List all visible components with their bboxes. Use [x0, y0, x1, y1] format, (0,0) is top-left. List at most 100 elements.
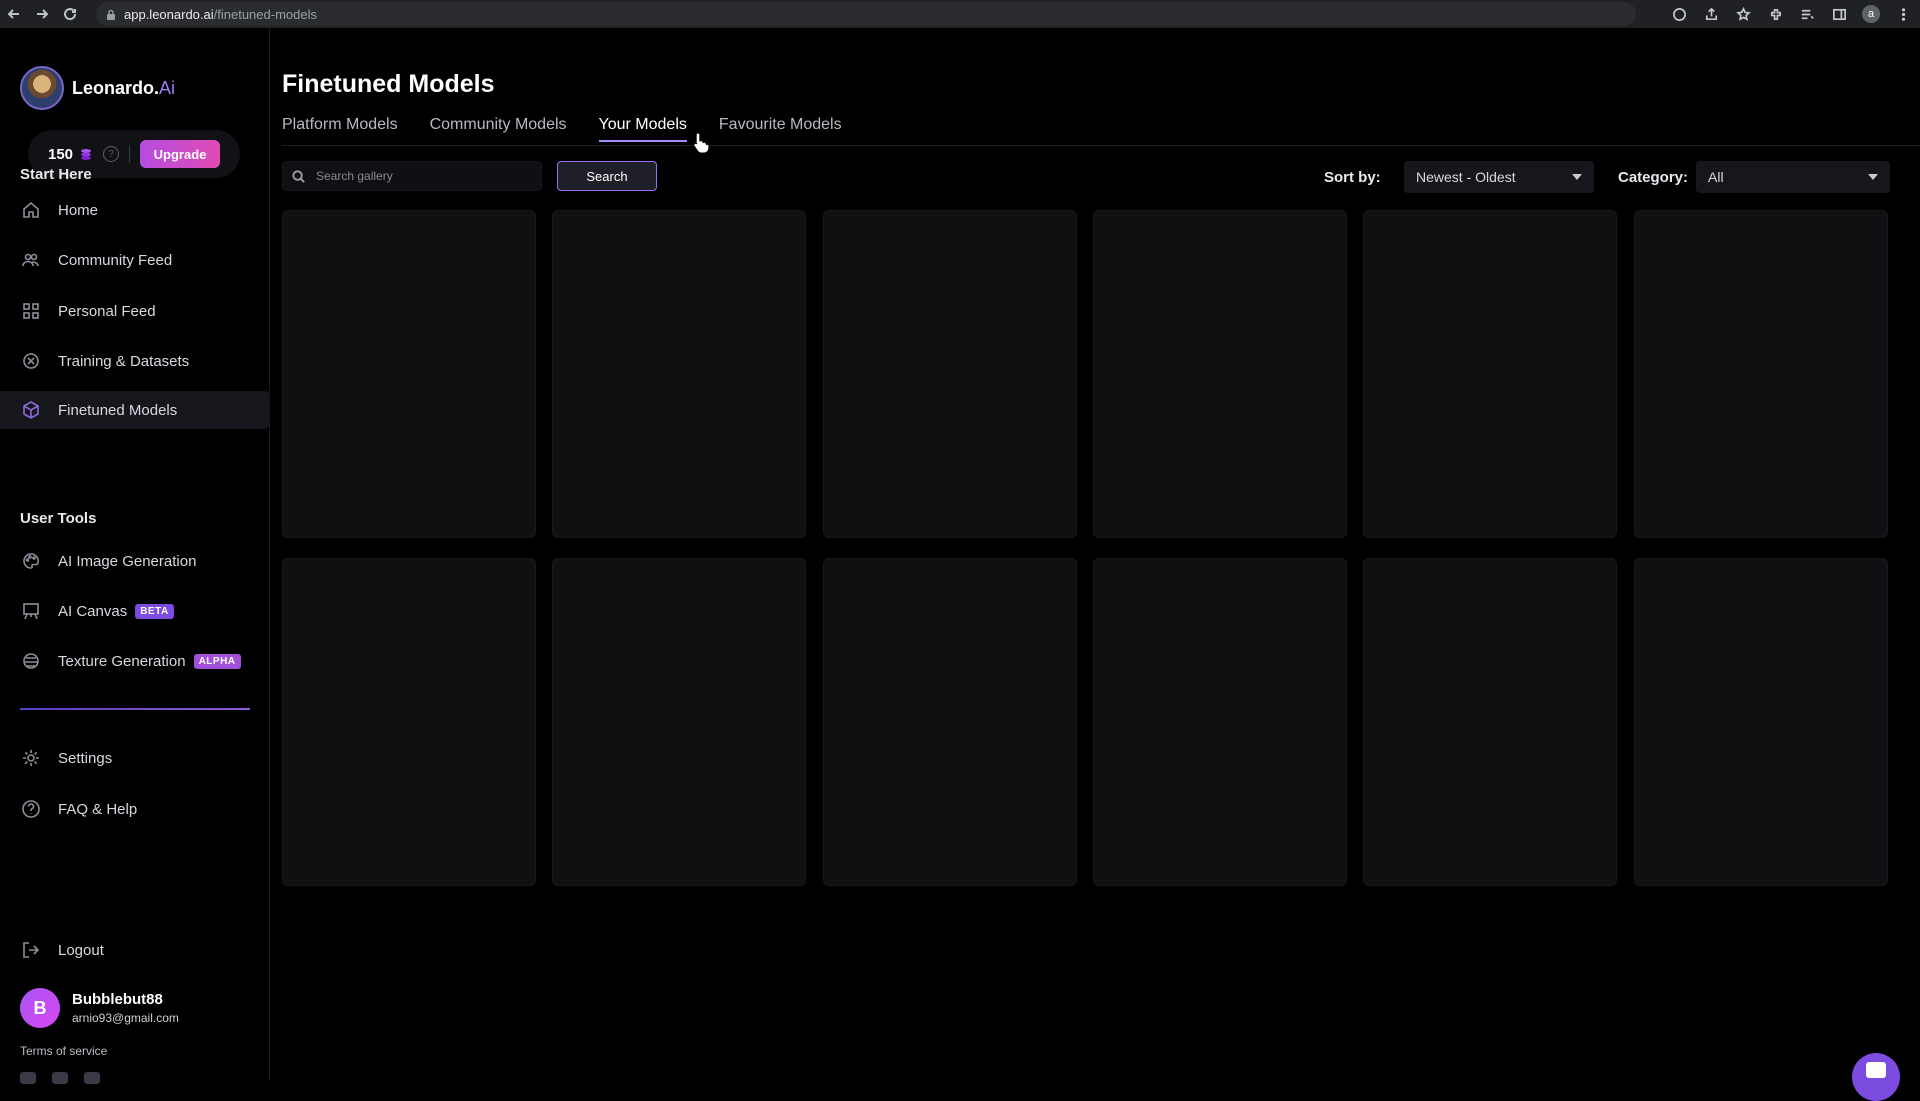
sidebar-item-settings[interactable]: Settings — [0, 739, 270, 777]
brand-logo[interactable]: Leonardo.Ai — [20, 66, 175, 110]
reload-button[interactable] — [56, 0, 84, 28]
people-icon — [20, 249, 42, 271]
reddit-icon[interactable] — [52, 1072, 68, 1084]
chat-support-button[interactable] — [1852, 1053, 1900, 1101]
user-profile[interactable]: B Bubblebut88 arnio93@gmail.com — [20, 988, 179, 1028]
sidebar-item-home[interactable]: Home — [0, 191, 270, 229]
cube-icon — [20, 399, 42, 421]
credits-help-icon[interactable]: ? — [103, 146, 120, 162]
model-card-placeholder[interactable] — [552, 558, 806, 886]
url-host: app.leonardo.ai — [124, 6, 214, 22]
sidebar-item-label: FAQ & Help — [58, 800, 138, 818]
sidebar-item-training-datasets[interactable]: Training & Datasets — [0, 342, 270, 380]
logout-icon — [20, 939, 42, 961]
user-email: arnio93@gmail.com — [72, 1011, 179, 1025]
sidebar-item-faq-help[interactable]: FAQ & Help — [0, 790, 270, 828]
sidebar-item-label: Training & Datasets — [58, 352, 190, 370]
chat-icon — [1866, 1062, 1886, 1078]
model-card-placeholder[interactable] — [823, 558, 1077, 886]
sidebar-item-label: Personal Feed — [58, 302, 156, 320]
browser-profile-avatar[interactable]: a — [1862, 5, 1880, 23]
main-content: Finetuned Models Platform Models Communi… — [282, 28, 1920, 1080]
brand-name: Leonardo.Ai — [72, 78, 175, 99]
upgrade-button[interactable]: Upgrade — [140, 140, 221, 168]
sidebar-item-label: Settings — [58, 749, 113, 767]
discord-icon[interactable] — [20, 1072, 36, 1084]
sidebar-item-ai-image-generation[interactable]: AI Image Generation — [0, 542, 270, 580]
texture-icon — [20, 650, 42, 672]
lock-icon — [107, 9, 115, 20]
tab-favourite-models[interactable]: Favourite Models — [719, 116, 842, 142]
sidebar-item-logout[interactable]: Logout — [0, 931, 270, 969]
palette-icon — [20, 550, 42, 572]
terms-of-service-link[interactable]: Terms of service — [20, 1044, 107, 1058]
url-path: /finetuned-models — [213, 6, 317, 22]
model-card-placeholder[interactable] — [1363, 558, 1617, 886]
mouse-pointer-icon — [693, 132, 710, 153]
category-value: All — [1708, 169, 1724, 185]
share-icon[interactable] — [1702, 5, 1720, 23]
sidebar-item-label: Finetuned Models — [58, 401, 178, 419]
grid-icon — [20, 300, 42, 322]
model-card-placeholder[interactable] — [1634, 558, 1888, 886]
model-card-placeholder[interactable] — [1093, 558, 1347, 886]
search-icon — [292, 169, 305, 183]
search-button[interactable]: Search — [557, 161, 657, 191]
twitter-icon[interactable] — [84, 1072, 100, 1084]
sidebar-item-label: AI Canvas — [58, 602, 128, 620]
tab-platform-models[interactable]: Platform Models — [282, 116, 398, 142]
sort-select[interactable]: Newest - Oldest — [1404, 161, 1594, 193]
arrow-right-icon — [37, 9, 49, 19]
model-card-placeholder[interactable] — [823, 210, 1077, 538]
arrow-left-icon — [7, 9, 19, 19]
google-icon[interactable] — [1670, 5, 1688, 23]
model-card-placeholder[interactable] — [1093, 210, 1347, 538]
sort-label: Sort by: — [1324, 169, 1381, 186]
tab-community-models[interactable]: Community Models — [430, 116, 567, 142]
chevron-down-icon — [1572, 174, 1582, 180]
page-title: Finetuned Models — [282, 70, 495, 98]
model-tabs: Platform Models Community Models Your Mo… — [282, 116, 874, 142]
search-field — [282, 161, 542, 191]
beta-badge: BETA — [135, 603, 174, 619]
sidebar-item-ai-canvas[interactable]: AI Canvas BETA — [0, 592, 270, 630]
gear-icon — [20, 747, 42, 769]
model-card-placeholder[interactable] — [1634, 210, 1888, 538]
tab-your-models[interactable]: Your Models — [598, 116, 687, 142]
sidebar-item-texture-generation[interactable]: Texture Generation ALPHA — [0, 642, 270, 680]
model-card-placeholder[interactable] — [1363, 210, 1617, 538]
sidebar-item-community-feed[interactable]: Community Feed — [0, 241, 270, 279]
back-button[interactable] — [0, 0, 28, 28]
category-label: Category: — [1618, 169, 1689, 186]
sidebar-item-label: Texture Generation — [58, 652, 186, 670]
sidebar-item-label: Home — [58, 201, 99, 219]
section-start-here: Start Here — [20, 166, 92, 183]
address-bar[interactable]: app.leonardo.ai/finetuned-models — [96, 2, 1636, 26]
question-icon — [20, 798, 42, 820]
model-card-placeholder[interactable] — [282, 558, 536, 886]
user-name: Bubblebut88 — [72, 991, 163, 1008]
credit-count: 150 — [48, 145, 74, 163]
kebab-menu-icon[interactable] — [1894, 5, 1912, 23]
sidebar-item-label: Logout — [58, 941, 104, 959]
search-input[interactable] — [316, 169, 516, 183]
sidebar: Leonardo.Ai 150 ? Upgrade Start Here Hom… — [0, 28, 270, 1084]
model-card-placeholder[interactable] — [282, 210, 536, 538]
extensions-icon[interactable] — [1766, 5, 1784, 23]
home-icon — [20, 199, 42, 221]
side-panel-icon[interactable] — [1830, 5, 1848, 23]
category-select[interactable]: All — [1696, 161, 1890, 193]
sidebar-item-finetuned-models[interactable]: Finetuned Models — [0, 391, 270, 429]
forward-button[interactable] — [28, 0, 56, 28]
brand-name-suffix: Ai — [159, 77, 176, 98]
model-card-placeholder[interactable] — [552, 210, 806, 538]
sidebar-item-personal-feed[interactable]: Personal Feed — [0, 292, 270, 330]
pill-divider — [129, 145, 131, 163]
section-user-tools: User Tools — [20, 510, 97, 527]
sidebar-divider — [20, 708, 250, 710]
reading-list-icon[interactable] — [1798, 5, 1816, 23]
bookmark-star-icon[interactable] — [1734, 5, 1752, 23]
sidebar-item-label: Community Feed — [58, 251, 173, 269]
logo-image — [20, 66, 64, 110]
easel-icon — [20, 600, 42, 622]
